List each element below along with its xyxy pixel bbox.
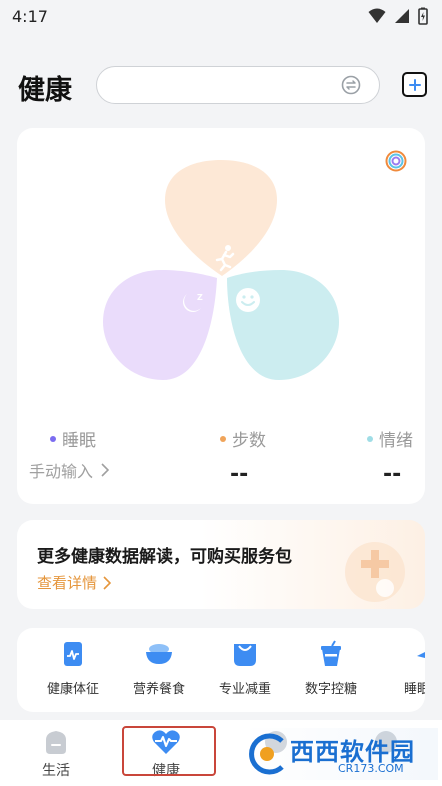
active-tab-highlight — [122, 726, 216, 776]
legend-dot-sleep — [50, 435, 56, 442]
header: 健康 — [0, 60, 442, 112]
legend-dot-steps — [220, 435, 226, 442]
add-button[interactable] — [402, 72, 427, 97]
smile-icon — [236, 288, 260, 312]
steps-value: -- — [230, 462, 249, 487]
weight-scale-icon — [234, 644, 256, 666]
promo-card[interactable]: 更多健康数据解读，可购买服务包 查看详情 — [17, 520, 425, 609]
legend-steps[interactable]: 步数 — [220, 426, 266, 451]
shortcut-label: 数字控糖 — [304, 682, 357, 697]
shortcut-label: 营养餐食 — [132, 682, 185, 697]
shortcut-sleep[interactable]: 睡眠 — [373, 640, 425, 697]
health-petal-graphic[interactable]: Z — [17, 128, 425, 418]
shortcut-sugar-control[interactable]: 数字控糖 — [287, 640, 375, 697]
nav-label-life: 生活 — [42, 763, 70, 779]
sugar-cup-icon — [321, 640, 341, 666]
signal-icon — [395, 9, 409, 23]
view-details-label: 查看详情 — [37, 574, 98, 592]
sleep-petal — [103, 270, 217, 380]
wifi-icon — [368, 8, 386, 23]
mood-petal — [227, 270, 339, 380]
swap-icon[interactable] — [341, 75, 361, 95]
shortcut-label: 专业减重 — [218, 682, 271, 697]
home-icon — [46, 731, 66, 754]
shortcut-card: 健康体征 营养餐食 专业减重 数字控糖 睡眠 — [17, 628, 425, 712]
mood-value: -- — [383, 462, 402, 487]
sleep-moon-icon — [417, 652, 425, 658]
watermark: 西西软件园 CR173.COM — [242, 728, 438, 780]
nav-item-life[interactable]: 生活 — [16, 728, 96, 780]
vital-signs-icon — [64, 642, 82, 666]
legend-dot-mood — [367, 435, 373, 442]
status-time: 4:17 — [12, 6, 48, 26]
medical-plus-icon — [345, 542, 405, 602]
search-input[interactable] — [96, 66, 380, 104]
legend-mood[interactable]: 情绪 — [367, 426, 413, 451]
shortcut-label: 健康体征 — [46, 682, 99, 697]
battery-icon — [418, 7, 428, 25]
shortcut-label: 睡眠 — [403, 682, 425, 697]
shortcut-weight-loss[interactable]: 专业减重 — [201, 640, 289, 697]
health-data-card: Z 睡眠 步数 情绪 手动输入 -- -- — [17, 128, 425, 504]
chevron-right-icon — [101, 463, 110, 477]
watermark-text-en: CR173.COM — [338, 762, 404, 775]
plus-icon — [408, 78, 421, 91]
legend-label-sleep: 睡眠 — [62, 431, 96, 451]
status-bar: 4:17 — [0, 0, 442, 32]
svg-text:Z: Z — [197, 293, 203, 302]
chevron-right-icon — [103, 575, 112, 590]
view-details-link[interactable]: 查看详情 — [37, 572, 112, 593]
meal-bowl-icon — [146, 644, 172, 664]
shortcut-meals[interactable]: 营养餐食 — [115, 640, 203, 697]
legend-row: 睡眠 步数 情绪 — [17, 426, 425, 451]
page-title: 健康 — [18, 75, 72, 106]
manual-input-label: 手动输入 — [29, 462, 94, 481]
status-icons — [368, 7, 428, 25]
promo-title: 更多健康数据解读，可购买服务包 — [37, 547, 292, 567]
shortcut-vital-signs[interactable]: 健康体征 — [29, 640, 117, 697]
legend-label-steps: 步数 — [232, 431, 266, 451]
legend-sleep[interactable]: 睡眠 — [50, 426, 96, 451]
watermark-logo-icon — [249, 733, 284, 775]
manual-input-link[interactable]: 手动输入 — [29, 458, 110, 482]
legend-label-mood: 情绪 — [379, 431, 413, 451]
